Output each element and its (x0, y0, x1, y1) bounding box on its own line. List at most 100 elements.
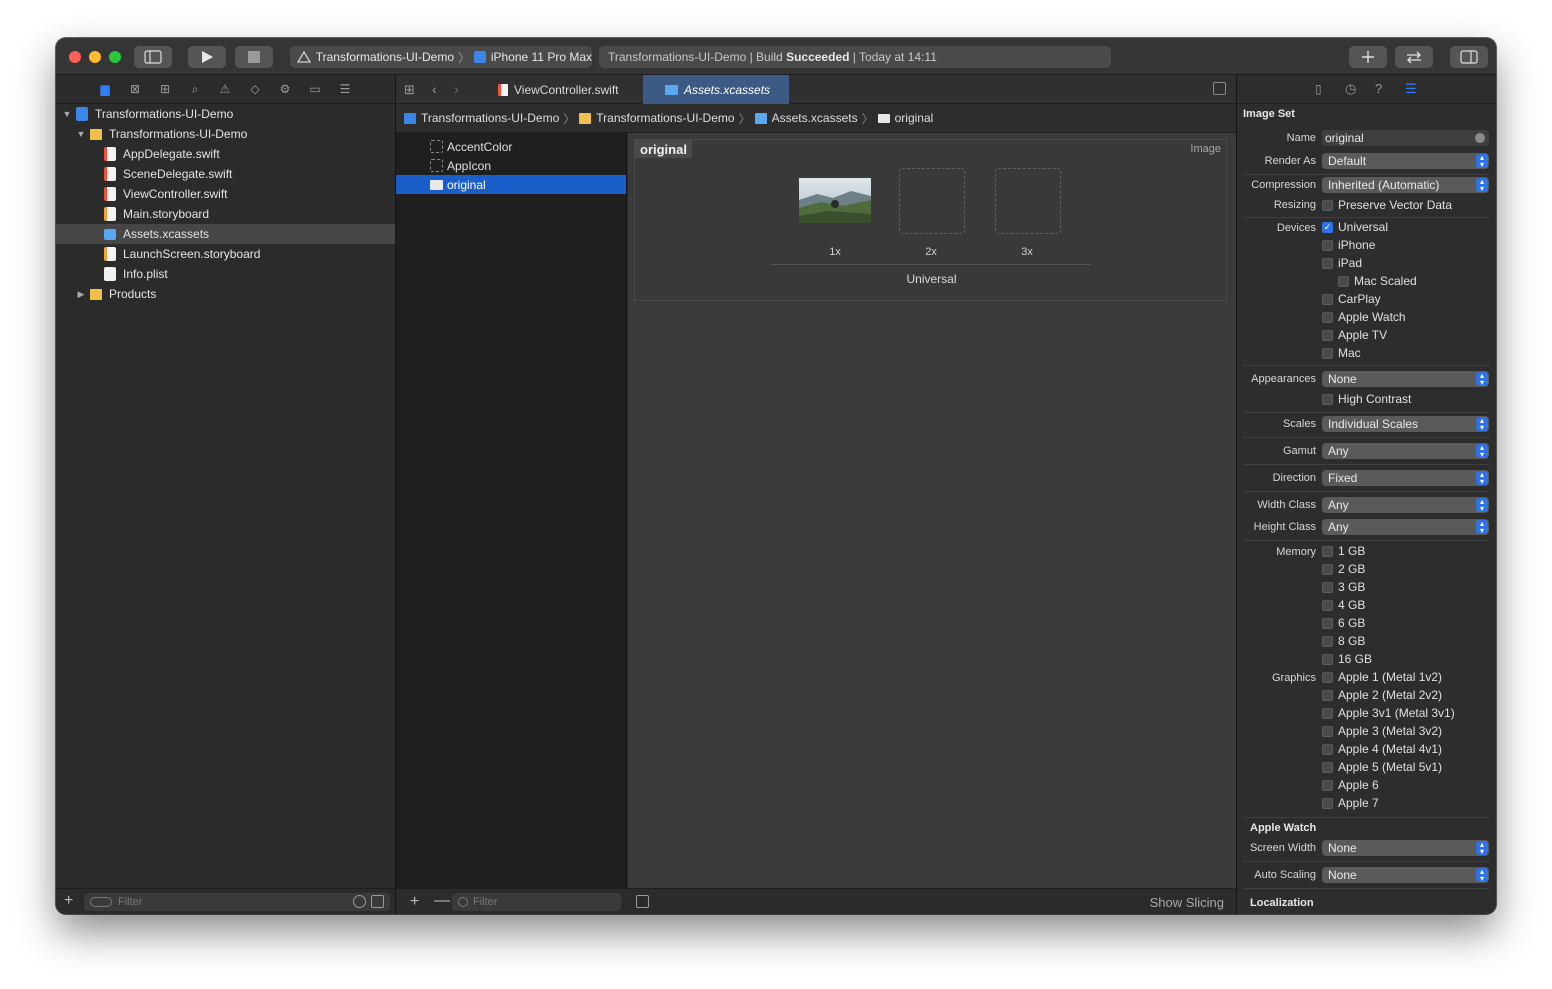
option-checkbox[interactable] (1322, 708, 1333, 719)
tree-row-scenedelegate[interactable]: SceneDelegate.swift (56, 164, 395, 184)
image-slot-1x[interactable] (799, 178, 871, 223)
tree-row-viewcontroller[interactable]: ViewController.swift (56, 184, 395, 204)
asset-row-accentcolor[interactable]: AccentColor (396, 137, 626, 156)
tree-row-main-storyboard[interactable]: Main.storyboard (56, 204, 395, 224)
toggle-inspector-button[interactable] (1450, 46, 1488, 68)
option-checkbox[interactable] (1322, 258, 1333, 269)
option-checkbox[interactable] (1322, 294, 1333, 305)
option-checkbox[interactable] (1322, 546, 1333, 557)
tab-assets[interactable]: Assets.xcassets (643, 75, 789, 104)
auto-scaling-popup[interactable]: None ▴ ▾ (1322, 867, 1489, 883)
height-class-popup[interactable]: Any ▴ ▾ (1322, 519, 1489, 535)
option-checkbox[interactable] (1322, 348, 1333, 359)
image-set-name[interactable]: original (635, 140, 692, 158)
option-checkbox[interactable] (1322, 636, 1333, 647)
symbol-navigator-icon[interactable]: ⊞ (158, 82, 172, 96)
jumpbar-item[interactable]: Transformations-UI-Demo (421, 111, 559, 125)
add-file-icon[interactable]: + (64, 892, 73, 910)
option-checkbox[interactable] (1322, 330, 1333, 341)
show-slicing-button[interactable]: Show Slicing (1150, 895, 1224, 910)
breakpoint-icon[interactable]: ▭ (308, 82, 322, 96)
toggle-navigator-button[interactable] (134, 46, 172, 68)
option-checkbox[interactable] (1322, 798, 1333, 809)
option-checkbox[interactable] (1322, 618, 1333, 629)
split-editor-icon[interactable] (1213, 82, 1226, 95)
recent-files-icon[interactable] (353, 895, 366, 908)
option-checkbox[interactable] (1322, 762, 1333, 773)
asset-row-appicon[interactable]: AppIcon (396, 156, 626, 175)
add-asset-icon[interactable]: + (410, 893, 419, 911)
option-checkbox[interactable] (1322, 726, 1333, 737)
stop-button[interactable] (235, 46, 273, 68)
option-checkbox[interactable] (1322, 582, 1333, 593)
disclosure-open-icon[interactable]: ▼ (62, 109, 72, 119)
render-as-popup[interactable]: Default ▴ ▾ (1322, 153, 1489, 169)
tree-row-project[interactable]: ▼ Transformations-UI-Demo (56, 104, 395, 124)
reveal-arrow-icon[interactable] (1475, 133, 1485, 143)
related-items-grid-icon[interactable]: ⊞ (404, 82, 415, 98)
code-review-button[interactable] (1395, 46, 1433, 68)
asset-row-original[interactable]: original (396, 175, 626, 194)
option-checkbox[interactable] (1322, 690, 1333, 701)
source-control-filter-icon[interactable] (371, 895, 384, 908)
forward-arrow-icon[interactable]: › (454, 81, 459, 97)
name-input[interactable]: original (1322, 130, 1489, 146)
back-arrow-icon[interactable]: ‹ (432, 81, 437, 97)
tree-row-appdelegate[interactable]: AppDelegate.swift (56, 144, 395, 164)
asset-filter-input[interactable]: Filter (452, 893, 621, 911)
source-control-icon[interactable]: ⊠ (128, 82, 142, 96)
image-slot-3x[interactable] (995, 168, 1061, 234)
debug-icon[interactable]: ⚙ (278, 82, 292, 96)
tree-row-launchscreen[interactable]: LaunchScreen.storyboard (56, 244, 395, 264)
option-checkbox[interactable] (1322, 564, 1333, 575)
filter-options-icon[interactable] (90, 897, 112, 907)
width-class-popup[interactable]: Any ▴ ▾ (1322, 497, 1489, 513)
compression-popup[interactable]: Inherited (Automatic) ▴ ▾ (1322, 177, 1489, 193)
library-button[interactable] (1349, 46, 1387, 68)
navigator-filter-input[interactable]: Filter (84, 893, 390, 911)
option-checkbox[interactable] (1322, 654, 1333, 665)
disclosure-open-icon[interactable]: ▼ (76, 129, 86, 139)
tab-viewcontroller[interactable]: ViewController.swift (488, 75, 643, 104)
test-diamond-icon[interactable]: ◇ (248, 82, 262, 96)
jumpbar-item[interactable]: original (895, 111, 934, 125)
preserve-vector-checkbox[interactable] (1322, 200, 1333, 211)
folder-navigator-icon[interactable]: ▆ (98, 82, 112, 96)
high-contrast-checkbox[interactable] (1322, 394, 1333, 405)
tree-row-products[interactable]: ▶ Products (56, 284, 395, 304)
screen-width-popup[interactable]: None ▴ ▾ (1322, 840, 1489, 856)
scales-popup[interactable]: Individual Scales ▴ ▾ (1322, 416, 1489, 432)
option-checkbox[interactable] (1322, 600, 1333, 611)
history-inspector-icon[interactable]: ◷ (1345, 81, 1356, 97)
report-icon[interactable]: ☰ (338, 82, 352, 96)
tree-row-group[interactable]: ▼ Transformations-UI-Demo (56, 124, 395, 144)
scheme-selector[interactable]: Transformations-UI-Demo 〉 iPhone 11 Pro … (290, 46, 592, 68)
remove-asset-icon[interactable]: — (434, 892, 450, 910)
jumpbar-item[interactable]: Assets.xcassets (772, 111, 858, 125)
disclosure-closed-icon[interactable]: ▶ (76, 289, 86, 300)
find-icon[interactable]: ⌕ (188, 82, 202, 96)
appearances-popup[interactable]: None ▴ ▾ (1322, 371, 1489, 387)
minimize-window-button[interactable] (89, 51, 101, 63)
slicing-toggle-icon[interactable] (636, 895, 649, 908)
file-inspector-icon[interactable]: ▯ (1315, 82, 1322, 96)
option-checkbox[interactable] (1338, 276, 1349, 287)
option-checkbox[interactable] (1322, 240, 1333, 251)
direction-popup[interactable]: Fixed ▴ ▾ (1322, 470, 1489, 486)
image-slot-2x[interactable] (899, 168, 965, 234)
tree-row-infoplist[interactable]: Info.plist (56, 264, 395, 284)
option-checkbox[interactable]: ✓ (1322, 222, 1333, 233)
attributes-inspector-icon[interactable]: ☰ (1405, 81, 1417, 97)
option-checkbox[interactable] (1322, 780, 1333, 791)
quick-help-icon[interactable]: ? (1375, 81, 1382, 96)
jumpbar-item[interactable]: Transformations-UI-Demo (596, 111, 734, 125)
issue-warning-icon[interactable]: ⚠ (218, 82, 232, 96)
option-checkbox[interactable] (1322, 672, 1333, 683)
zoom-window-button[interactable] (109, 51, 121, 63)
tree-row-assets[interactable]: Assets.xcassets (56, 224, 395, 244)
close-window-button[interactable] (69, 51, 81, 63)
gamut-popup[interactable]: Any ▴ ▾ (1322, 443, 1489, 459)
option-checkbox[interactable] (1322, 744, 1333, 755)
option-checkbox[interactable] (1322, 312, 1333, 323)
run-button[interactable] (188, 46, 226, 68)
